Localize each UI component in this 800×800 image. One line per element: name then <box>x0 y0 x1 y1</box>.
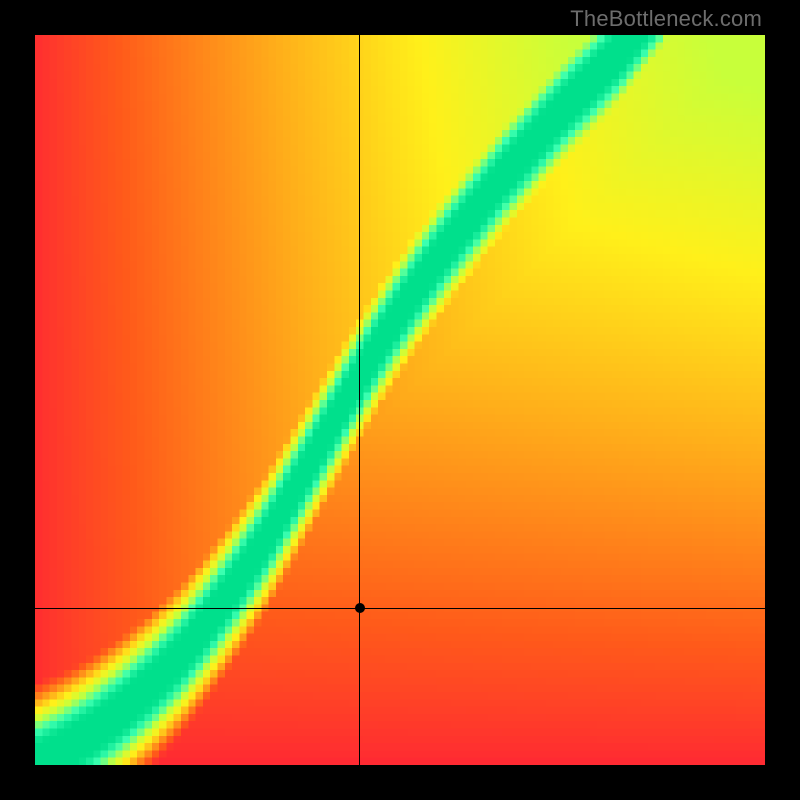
chart-frame: TheBottleneck.com <box>0 0 800 800</box>
heatmap-canvas <box>35 35 765 765</box>
watermark-text: TheBottleneck.com <box>570 6 762 32</box>
crosshair-horizontal <box>35 608 765 609</box>
heatmap-plot <box>35 35 765 765</box>
crosshair-vertical <box>359 35 360 765</box>
marker-dot <box>355 603 365 613</box>
